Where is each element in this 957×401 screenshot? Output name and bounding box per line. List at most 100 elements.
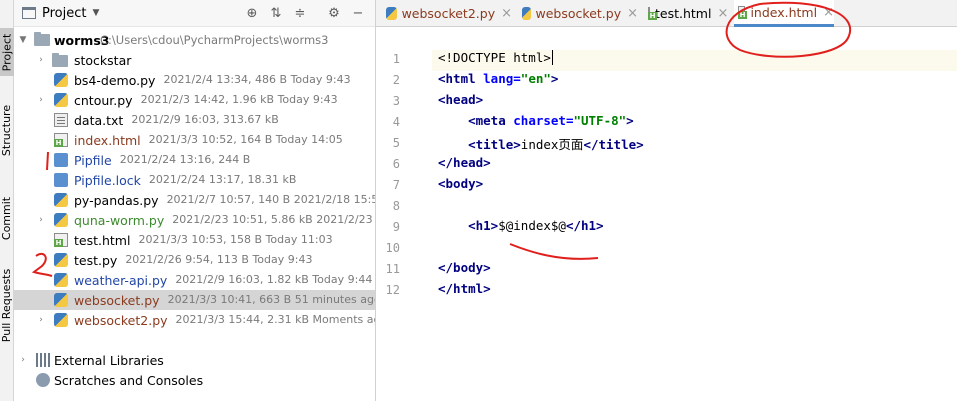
line-number: 9 (392, 220, 400, 234)
tree-item-text: stockstar (74, 53, 139, 68)
hide-panel-icon[interactable]: − (350, 6, 366, 22)
editor-tab[interactable]: Htest.html × (644, 0, 728, 27)
tree-item[interactable]: data.txt 2021/2/9 16:03, 313.67 kB (14, 110, 375, 130)
line-number: 7 (392, 178, 400, 192)
python-file-icon (386, 7, 397, 20)
pull-requests-tool-tab[interactable]: Pull Requests (0, 262, 14, 348)
html-file-icon: H (648, 7, 657, 20)
tree-item[interactable]: bs4-demo.py 2021/2/4 13:34, 486 B Today 9… (14, 70, 375, 90)
tree-item[interactable]: › cntour.py 2021/2/3 14:42, 1.96 kB Today … (14, 90, 375, 110)
chevron-down-icon[interactable]: ▼ (18, 35, 28, 45)
tree-item[interactable]: › quna-worm.py 2021/2/23 10:51, 5.86 kB 20… (14, 210, 375, 230)
project-tool-tab[interactable]: Project (0, 28, 14, 76)
tree-item-label: data.txt (74, 112, 124, 128)
tree-item-text: websocket.py 2021/3/3 10:41, 663 B 51 min… (74, 292, 376, 308)
tree-item[interactable]: py-pandas.py 2021/2/7 10:57, 140 B 2021/2… (14, 190, 376, 210)
tree-item-meta: 2021/3/3 10:53, 158 B Today 11:03 (138, 232, 333, 246)
tree-item[interactable]: Htest.html 2021/3/3 10:53, 158 B Today 11… (14, 230, 375, 250)
project-panel-header: Project ▼ ⊕ ⇅ ≑ ⚙ − (14, 0, 375, 27)
tree-item-meta: 2021/2/7 10:57, 140 B 2021/2/18 15:53 (166, 192, 376, 206)
tree-item-label: weather-api.py (74, 272, 168, 288)
tree-external-libraries[interactable]: › External Libraries (14, 350, 375, 370)
commit-tool-tab[interactable]: Commit (0, 190, 14, 246)
tree-item-meta: 2021/2/9 16:03, 1.82 kB Today 9:44 (175, 272, 373, 286)
tree-item-label: py-pandas.py (74, 192, 159, 208)
code-line-9: <h1>$@index$@</h1> (468, 218, 604, 233)
line-number: 1 (392, 52, 400, 66)
python-file-icon (54, 253, 68, 267)
editor-tab-label: websocket.py (535, 6, 622, 21)
tree-item-label: stockstar (74, 52, 132, 68)
code-line-12: </html> (438, 281, 491, 296)
code-line-5: <title>index页面</title> (468, 137, 644, 152)
project-window-icon (22, 7, 36, 19)
structure-tool-tab[interactable]: Structure (0, 98, 14, 162)
editor-tab-label: websocket2.py (401, 6, 496, 21)
chevron-right-icon[interactable]: › (18, 355, 28, 365)
editor-tab[interactable]: Hindex.html × (734, 0, 834, 27)
html-file-icon: H (738, 5, 747, 19)
tree-item-text: Pipfile 2021/2/24 13:16, 244 B (74, 153, 250, 168)
tree-item-label: bs4-demo.py (74, 72, 156, 88)
pipfile-icon (54, 173, 68, 187)
expand-all-icon[interactable]: ⇅ (268, 6, 284, 22)
project-view-selector[interactable]: Project (42, 6, 86, 21)
chevron-right-icon[interactable]: › (36, 215, 46, 225)
tree-item[interactable]: Pipfile.lock 2021/2/24 13:17, 18.31 kB (14, 170, 375, 190)
tree-item[interactable]: › stockstar (14, 50, 375, 70)
tree-item-label: websocket2.py (74, 312, 168, 328)
tree-item-meta: 2021/3/3 10:41, 663 B 51 minutes ago (167, 292, 376, 306)
tree-item-label: websocket.py (74, 292, 160, 308)
line-number: 10 (385, 241, 400, 255)
collapse-all-icon[interactable]: ≑ (292, 6, 308, 22)
scratches-label: Scratches and Consoles (54, 372, 204, 388)
text-cursor (551, 50, 553, 65)
tree-item[interactable]: › websocket2.py 2021/3/3 15:44, 2.31 kB Mo… (14, 310, 375, 330)
tree-item[interactable]: weather-api.py 2021/2/9 16:03, 1.82 kB To… (14, 270, 375, 290)
close-icon[interactable]: × (823, 5, 834, 20)
code-line-11: </body> (438, 260, 491, 275)
library-icon (36, 353, 50, 367)
python-file-icon (54, 313, 68, 327)
tree-item[interactable]: Hindex.html 2021/3/3 10:52, 164 B Today 1… (14, 130, 375, 150)
tree-item-meta: 2021/2/4 13:34, 486 B Today 9:43 (163, 72, 351, 86)
scratches-icon (36, 373, 50, 387)
root-folder-path: C:\Users\cdou\PycharmProjects\worms3 (100, 33, 329, 47)
editor-tab[interactable]: websocket2.py × (382, 0, 512, 27)
chevron-right-icon[interactable]: › (36, 95, 46, 105)
close-icon[interactable]: × (501, 6, 512, 21)
tree-item-text: py-pandas.py 2021/2/7 10:57, 140 B 2021/2… (74, 192, 376, 208)
tree-item[interactable]: websocket.py 2021/3/3 10:41, 663 B 51 min… (14, 290, 376, 310)
editor-tab-label: index.html (750, 4, 818, 20)
folder-icon (52, 53, 68, 67)
editor-tab-label: test.html (655, 6, 712, 21)
html-file-icon: H (54, 133, 68, 147)
tree-item[interactable]: test.py 2021/2/26 9:54, 113 B Today 9:43 (14, 250, 375, 270)
tree-scratches[interactable]: Scratches and Consoles (14, 370, 375, 390)
line-number: 3 (392, 94, 400, 108)
locate-file-icon[interactable]: ⊕ (244, 6, 260, 22)
chevron-down-icon[interactable]: ▼ (92, 8, 99, 18)
tree-item-meta: 2021/2/26 9:54, 113 B Today 9:43 (125, 252, 313, 266)
python-file-icon (54, 193, 68, 207)
code-line-7: <body> (438, 176, 484, 191)
python-file-icon (54, 73, 68, 87)
line-number: 8 (392, 199, 400, 213)
close-icon[interactable]: × (627, 6, 638, 21)
chevron-right-icon[interactable]: › (36, 55, 46, 65)
tree-item-text: websocket2.py 2021/3/3 15:44, 2.31 kB Mom… (74, 312, 375, 328)
tree-item-label: index.html (74, 132, 141, 148)
close-icon[interactable]: × (717, 6, 728, 21)
gear-icon[interactable]: ⚙ (326, 6, 342, 22)
python-file-icon (54, 293, 68, 307)
chevron-right-icon[interactable]: › (36, 315, 46, 325)
tree-item-text: index.html 2021/3/3 10:52, 164 B Today 14… (74, 133, 343, 148)
editor-tab[interactable]: websocket.py × (518, 0, 638, 27)
tree-item-meta: 2021/2/23 10:51, 5.86 kB 2021/2/23 11:00 (172, 212, 375, 226)
code-line-1: <!DOCTYPE html> (438, 50, 553, 65)
python-file-icon (54, 273, 68, 287)
external-libraries-label: External Libraries (54, 352, 164, 368)
tree-root-worms3[interactable]: ▼ worms3 C:\Users\cdou\PycharmProjects\w… (14, 30, 375, 50)
tree-item[interactable]: Pipfile 2021/2/24 13:16, 244 B (14, 150, 375, 170)
line-number: 12 (385, 283, 400, 297)
